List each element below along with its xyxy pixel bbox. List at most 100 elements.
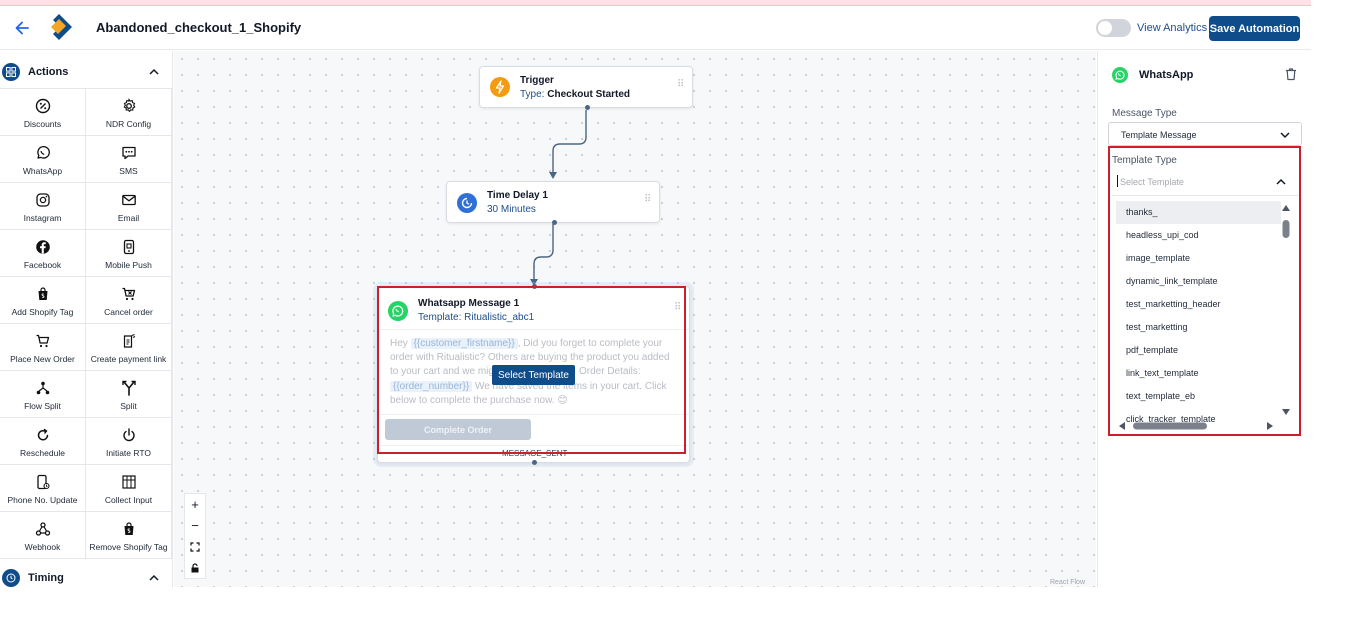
action-discounts[interactable]: Discounts xyxy=(0,89,86,136)
message-type-select[interactable]: Template Message xyxy=(1108,122,1302,146)
toggle-knob xyxy=(1098,21,1112,35)
action-label: Instagram xyxy=(23,213,62,223)
lock-icon xyxy=(191,562,199,572)
action-remove-shopify-tag[interactable]: Remove Shopify Tag xyxy=(86,512,172,559)
node-output-handle[interactable] xyxy=(532,460,537,465)
gear-icon xyxy=(123,98,135,113)
action-instagram[interactable]: Instagram xyxy=(0,183,86,230)
automation-builder: Abandoned_checkout_1_Shopify View Analyt… xyxy=(0,0,1349,641)
clock-icon xyxy=(457,193,477,213)
collect-input-icon xyxy=(121,475,136,489)
trigger-node[interactable]: Trigger Type: Checkout Started ⠿ xyxy=(479,66,693,110)
action-label: Email xyxy=(117,213,140,223)
drag-handle-icon[interactable]: ⠿ xyxy=(677,80,685,90)
drag-handle-icon[interactable]: ⠿ xyxy=(644,195,652,205)
percent-icon xyxy=(35,98,50,114)
action-webhook[interactable]: Webhook xyxy=(0,512,86,559)
action-label: Place New Order xyxy=(10,354,75,364)
action-ndr-config[interactable]: NDR Config xyxy=(86,89,172,136)
actions-section-header[interactable]: Actions xyxy=(0,51,173,89)
delay-title: Time Delay 1 xyxy=(487,190,548,201)
action-label: Reschedule xyxy=(20,448,65,458)
action-label: WhatsApp xyxy=(22,166,63,176)
panel-title: WhatsApp xyxy=(1139,69,1194,81)
message-type-value: Template Message xyxy=(1121,130,1197,140)
chevron-up-icon[interactable] xyxy=(148,66,160,78)
action-flow-split[interactable]: Flow Split xyxy=(0,371,86,418)
zoom-in-button[interactable]: + xyxy=(185,494,205,515)
actions-section-label: Actions xyxy=(28,66,69,78)
flow-split-icon xyxy=(36,381,49,395)
email-icon xyxy=(121,194,136,206)
action-label: Phone No. Update xyxy=(7,495,78,505)
view-analytics-link[interactable]: View Analytics xyxy=(1137,22,1207,34)
header: Abandoned_checkout_1_Shopify View Analyt… xyxy=(0,6,1311,50)
lock-button[interactable] xyxy=(185,557,205,578)
facebook-icon xyxy=(35,240,50,254)
action-collect-input[interactable]: Collect Input xyxy=(86,465,172,512)
action-split[interactable]: Split xyxy=(86,371,172,418)
lightning-icon xyxy=(490,77,510,97)
action-create-payment-link[interactable]: Create payment link xyxy=(86,324,172,371)
action-cancel-order[interactable]: Cancel order xyxy=(86,277,172,324)
action-label: Remove Shopify Tag xyxy=(89,542,168,552)
node-output-handle[interactable] xyxy=(552,220,557,225)
action-reschedule[interactable]: Reschedule xyxy=(0,418,86,465)
brand-logo xyxy=(51,14,72,40)
split-icon xyxy=(121,380,136,396)
chevron-up-icon[interactable] xyxy=(148,572,160,584)
timing-section-label: Timing xyxy=(28,572,64,584)
action-label: Split xyxy=(120,401,137,411)
action-mobile-push[interactable]: Mobile Push xyxy=(86,230,172,277)
delay-value: 30 Minutes xyxy=(487,204,536,215)
fit-view-button[interactable] xyxy=(185,536,205,557)
action-label: SMS xyxy=(119,166,138,176)
payment-link-icon xyxy=(123,334,135,348)
fit-view-icon xyxy=(190,541,200,552)
highlight-box xyxy=(377,286,686,454)
back-arrow-icon[interactable] xyxy=(12,18,32,38)
grid-icon xyxy=(2,63,20,81)
action-label: Mobile Push xyxy=(105,260,152,270)
action-label: Flow Split xyxy=(24,401,61,411)
shopify-bag-icon xyxy=(38,287,47,300)
time-delay-node[interactable]: Time Delay 1 30 Minutes ⠿ xyxy=(446,181,660,225)
sms-icon xyxy=(121,146,136,160)
shopify-bag-icon xyxy=(124,522,133,535)
reschedule-icon xyxy=(37,428,48,441)
action-sms[interactable]: SMS xyxy=(86,136,172,183)
webhook-icon xyxy=(35,522,50,536)
whatsapp-icon xyxy=(36,146,50,159)
action-email[interactable]: Email xyxy=(86,183,172,230)
action-label: Discounts xyxy=(23,119,62,129)
power-icon xyxy=(122,428,135,442)
zoom-out-button[interactable]: − xyxy=(185,515,205,536)
action-place-new-order[interactable]: Place New Order xyxy=(0,324,86,371)
action-label: Webhook xyxy=(24,542,61,552)
action-label: Add Shopify Tag xyxy=(11,307,74,317)
clock-icon xyxy=(2,569,20,587)
trash-icon[interactable] xyxy=(1284,67,1298,81)
action-initiate-rto[interactable]: Initiate RTO xyxy=(86,418,172,465)
timing-section-header[interactable]: Timing xyxy=(0,559,173,597)
instagram-icon xyxy=(35,193,50,207)
analytics-toggle[interactable] xyxy=(1096,19,1131,37)
action-label: Collect Input xyxy=(104,495,153,505)
mobile-push-icon xyxy=(123,239,134,255)
action-phone-no-update[interactable]: Phone No. Update xyxy=(0,465,86,512)
trigger-type: Type: Checkout Started xyxy=(520,89,631,100)
action-label: NDR Config xyxy=(105,119,152,129)
react-flow-attribution[interactable]: React Flow xyxy=(1050,579,1085,586)
action-label: Cancel order xyxy=(104,307,153,317)
actions-sidebar: Actions Discounts NDR Config WhatsApp SM… xyxy=(0,51,173,587)
node-output-handle[interactable] xyxy=(585,105,590,110)
zoom-controls: + − xyxy=(184,493,206,579)
chevron-down-icon xyxy=(1280,132,1290,139)
action-label: Initiate RTO xyxy=(105,448,152,458)
action-facebook[interactable]: Facebook xyxy=(0,230,86,277)
cart-icon xyxy=(36,334,49,348)
action-whatsapp[interactable]: WhatsApp xyxy=(0,136,86,183)
action-add-shopify-tag[interactable]: Add Shopify Tag xyxy=(0,277,86,324)
trigger-title: Trigger xyxy=(520,75,554,86)
save-automation-button[interactable]: Save Automation xyxy=(1209,16,1300,41)
